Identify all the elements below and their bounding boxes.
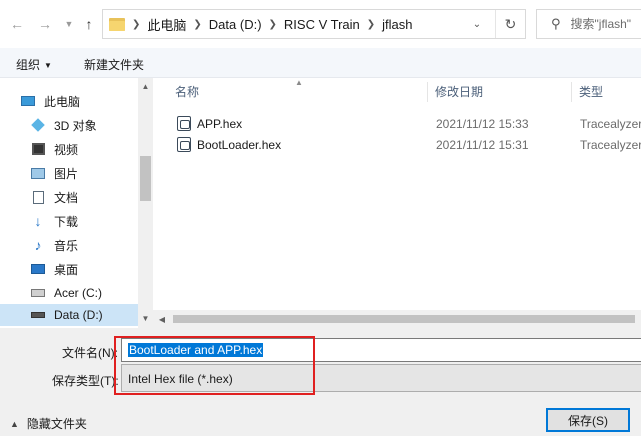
back-arrow-icon[interactable]: ←	[8, 14, 26, 34]
breadcrumb-jflash[interactable]: jflash	[382, 17, 412, 32]
nav-item-videos[interactable]: 视频	[30, 138, 148, 160]
file-type: Tracealyzer	[580, 117, 641, 131]
recent-dropdown-icon[interactable]: ▼	[60, 14, 78, 34]
address-dropdown-icon[interactable]: ⌄	[467, 10, 487, 38]
file-modified: 2021/11/12 15:31	[436, 138, 529, 152]
chevron-right-icon: ❯	[366, 18, 376, 30]
caret-down-icon: ▼	[44, 61, 52, 70]
nav-item-pictures[interactable]: 图片	[30, 162, 148, 184]
nav-item-label: 桌面	[54, 262, 79, 277]
desktop-icon	[30, 261, 46, 277]
highlight-frame	[114, 336, 315, 395]
hex-file-icon	[177, 116, 191, 131]
nav-item-this-pc[interactable]: 此电脑	[20, 90, 138, 112]
sort-ascending-icon: ▲	[295, 78, 303, 87]
document-icon	[30, 189, 46, 205]
navigation-pane: 此电脑 3D 对象 视频 图片 文档 ↓ 下载 ♪ 音乐 桌面 Acer (C:…	[0, 78, 153, 328]
search-input[interactable]	[570, 17, 641, 31]
nav-item-acer-c[interactable]: Acer (C:)	[30, 282, 148, 304]
save-button[interactable]: 保存(S)	[546, 408, 630, 432]
file-list: ▲ 名称 修改日期 类型 APP.hex 2021/11/12 15:33 Tr…	[153, 78, 641, 328]
nav-item-documents[interactable]: 文档	[30, 186, 148, 208]
toolbar: 组织 ▼ 新建文件夹	[0, 48, 641, 78]
scrollbar-thumb[interactable]	[140, 156, 151, 201]
chevron-right-icon: ❯	[193, 18, 202, 30]
nav-item-label: 3D 对象	[54, 118, 97, 133]
file-type: Tracealyzer	[580, 138, 641, 152]
scroll-down-icon[interactable]: ▼	[138, 310, 153, 326]
scroll-up-icon[interactable]: ▲	[138, 78, 153, 94]
music-icon: ♪	[34, 237, 42, 253]
cube-icon	[30, 117, 46, 133]
computer-icon	[20, 93, 36, 109]
nav-item-music[interactable]: ♪ 音乐	[30, 234, 148, 256]
organize-button[interactable]: 组织 ▼	[16, 56, 52, 73]
hide-folders-button[interactable]: ▲ 隐藏文件夹	[10, 415, 87, 432]
nav-item-label: 音乐	[54, 238, 79, 253]
nav-item-label: 文档	[54, 190, 79, 205]
column-header-modified[interactable]: 修改日期	[427, 78, 483, 104]
drive-icon	[30, 307, 46, 323]
file-modified: 2021/11/12 15:33	[436, 117, 529, 131]
nav-item-label: 视频	[54, 142, 79, 157]
nav-item-label: Acer (C:)	[54, 286, 102, 300]
address-row: ← → ▼ ↑ ❯ 此电脑 ❯ Data (D:) ❯ RISC V Train…	[0, 0, 641, 48]
breadcrumb-risc-v-train[interactable]: RISC V Train	[284, 17, 360, 32]
organize-label: 组织	[16, 58, 41, 72]
nav-item-desktop[interactable]: 桌面	[30, 258, 148, 280]
file-name: APP.hex	[197, 117, 243, 131]
video-icon	[30, 141, 46, 157]
column-header-type[interactable]: 类型	[571, 78, 603, 104]
address-bar[interactable]: ❯ 此电脑 ❯ Data (D:) ❯ RISC V Train ❯ jflas…	[102, 9, 526, 39]
nav-item-3d-objects[interactable]: 3D 对象	[30, 114, 148, 136]
hex-file-icon	[177, 137, 191, 152]
nav-item-label: 下载	[54, 214, 79, 229]
filename-label: 文件名(N):	[62, 346, 118, 360]
scrollbar-thumb[interactable]	[173, 315, 635, 323]
refresh-icon[interactable]: ↻	[495, 10, 525, 38]
chevron-right-icon: ❯	[268, 18, 277, 30]
drive-icon	[30, 285, 46, 301]
search-box[interactable]: ⚲	[536, 9, 641, 39]
breadcrumb-data-drive[interactable]: Data (D:)	[209, 17, 262, 32]
file-name: BootLoader.hex	[197, 138, 282, 152]
filetype-label: 保存类型(T):	[52, 374, 119, 388]
nav-item-downloads[interactable]: ↓ 下载	[30, 210, 148, 232]
nav-item-label: 此电脑	[44, 94, 81, 109]
file-row[interactable]: BootLoader.hex 2021/11/12 15:31 Tracealy…	[169, 135, 641, 155]
nav-scrollbar[interactable]: ▲ ▼	[138, 78, 153, 328]
download-icon: ↓	[34, 213, 42, 229]
scroll-left-icon[interactable]: ◀	[155, 312, 169, 326]
picture-icon	[30, 165, 46, 181]
nav-item-label: Data (D:)	[54, 308, 103, 322]
chevron-up-icon: ▲	[10, 418, 19, 429]
nav-item-label: 图片	[54, 166, 79, 181]
hide-folders-label: 隐藏文件夹	[26, 417, 87, 431]
chevron-right-icon: ❯	[132, 18, 141, 30]
file-row[interactable]: APP.hex 2021/11/12 15:33 Tracealyzer	[169, 114, 641, 134]
breadcrumb-this-pc[interactable]: 此电脑	[147, 15, 186, 34]
forward-arrow-icon[interactable]: →	[36, 14, 54, 34]
nav-item-data-d[interactable]: Data (D:)	[0, 304, 138, 326]
folder-icon	[109, 17, 125, 31]
column-header-name[interactable]: 名称	[167, 78, 199, 104]
new-folder-button[interactable]: 新建文件夹	[84, 56, 144, 73]
search-icon: ⚲	[551, 16, 561, 31]
up-arrow-icon[interactable]: ↑	[80, 14, 98, 34]
horizontal-scrollbar[interactable]: ◀	[153, 310, 641, 328]
